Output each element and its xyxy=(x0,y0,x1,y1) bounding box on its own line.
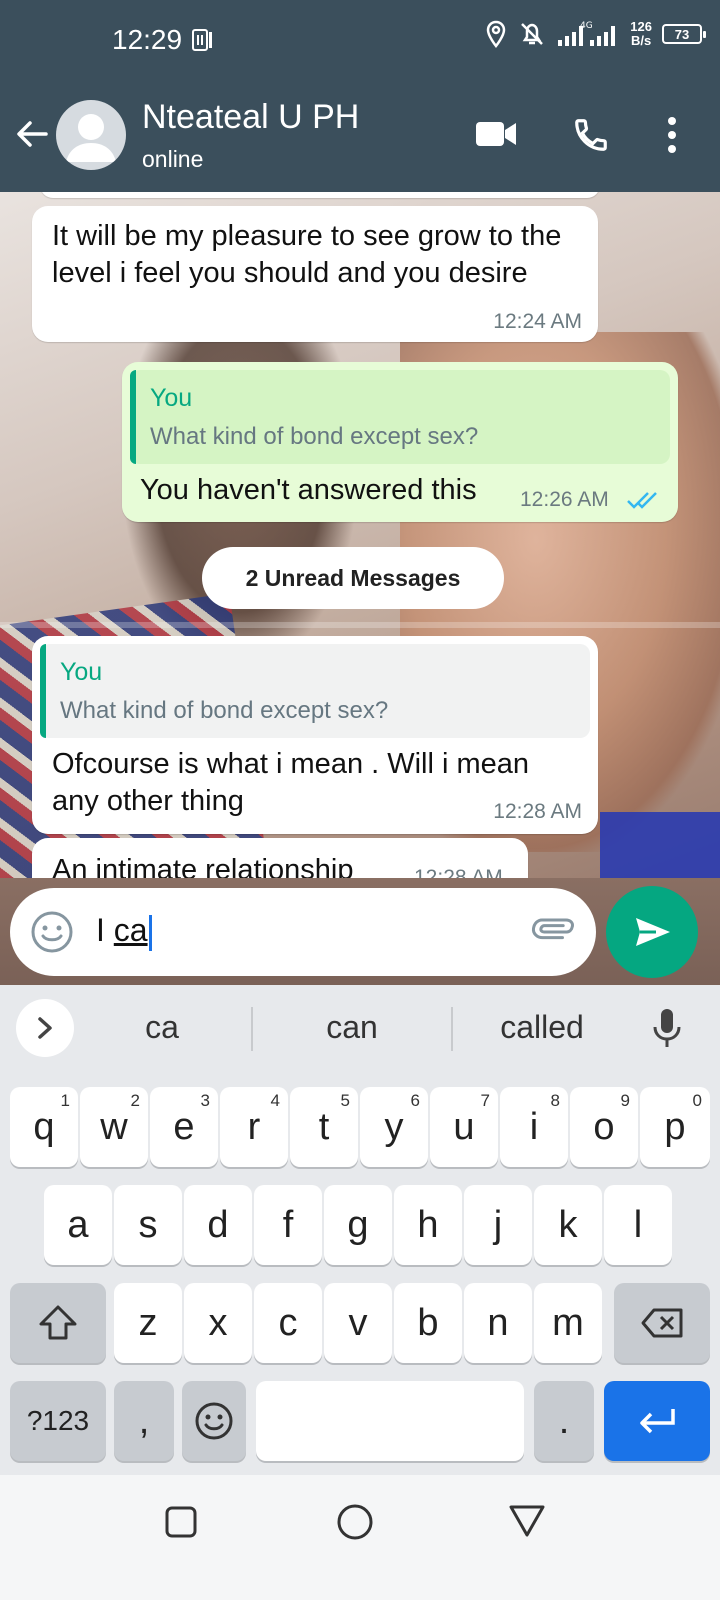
message-time: 12:24 AM xyxy=(493,310,582,333)
quote-text: What kind of bond except sex? xyxy=(60,697,389,724)
emoji-icon[interactable] xyxy=(30,910,74,954)
emoji-smile-icon xyxy=(195,1402,233,1440)
video-call-icon[interactable] xyxy=(474,118,518,150)
key-r[interactable]: r4 xyxy=(220,1087,288,1167)
message-input-text: I ca xyxy=(96,912,152,951)
message-bubble-outgoing[interactable]: You What kind of bond except sex? You ha… xyxy=(122,362,678,522)
input-text-committed: I xyxy=(96,912,114,948)
network-speed: 126 B/s xyxy=(630,19,652,48)
location-icon xyxy=(487,20,506,48)
key-i[interactable]: i8 xyxy=(500,1087,568,1167)
key-v[interactable]: v xyxy=(324,1283,392,1363)
recents-icon[interactable] xyxy=(164,1505,198,1539)
key-w[interactable]: w2 xyxy=(80,1087,148,1167)
backspace-key[interactable] xyxy=(614,1283,710,1363)
message-bubble-incoming[interactable]: It will be my pleasure to see grow to th… xyxy=(32,206,598,342)
backspace-icon xyxy=(641,1308,683,1338)
key-n[interactable]: n xyxy=(464,1283,532,1363)
key-h[interactable]: h xyxy=(394,1185,462,1265)
message-bubble-partial xyxy=(40,192,600,198)
contact-status: online xyxy=(142,146,204,172)
key-a[interactable]: a xyxy=(44,1185,112,1265)
period-key[interactable]: . xyxy=(534,1381,594,1461)
comma-key[interactable]: , xyxy=(114,1381,174,1461)
more-options-icon[interactable] xyxy=(666,116,678,154)
home-icon[interactable] xyxy=(336,1503,374,1541)
key-m[interactable]: m xyxy=(534,1283,602,1363)
message-time: 12:26 AM xyxy=(520,488,609,511)
enter-key[interactable] xyxy=(604,1381,710,1461)
key-e[interactable]: e3 xyxy=(150,1087,218,1167)
key-b[interactable]: b xyxy=(394,1283,462,1363)
key-c[interactable]: c xyxy=(254,1283,322,1363)
app-header: 12:29 4G 126 B/s 73 Nteateal U PH online xyxy=(0,0,720,192)
emoji-key[interactable] xyxy=(182,1381,246,1461)
voice-call-icon[interactable] xyxy=(572,116,610,154)
expand-toolbar-button[interactable] xyxy=(16,999,74,1057)
key-z[interactable]: z xyxy=(114,1283,182,1363)
key-g[interactable]: g xyxy=(324,1185,392,1265)
suggestion-3[interactable]: called xyxy=(452,1009,632,1046)
svg-text:4G: 4G xyxy=(580,21,593,31)
message-text: You haven't answered this xyxy=(140,474,477,506)
attachment-icon[interactable] xyxy=(530,908,578,956)
key-o[interactable]: o9 xyxy=(570,1087,638,1167)
symbols-key[interactable]: ?123 xyxy=(10,1381,106,1461)
key-f[interactable]: f xyxy=(254,1185,322,1265)
shift-arrow-icon xyxy=(39,1305,77,1340)
key-j[interactable]: j xyxy=(464,1185,532,1265)
shift-key[interactable] xyxy=(10,1283,106,1363)
unread-messages-label: 2 Unread Messages xyxy=(202,547,504,609)
key-s[interactable]: s xyxy=(114,1185,182,1265)
quoted-message[interactable]: You What kind of bond except sex? xyxy=(40,644,590,738)
suggestion-divider xyxy=(251,1007,253,1051)
input-text-composing: ca xyxy=(113,912,148,948)
signal-icon: 4G xyxy=(558,21,616,46)
message-text: It will be my pleasure to see grow to th… xyxy=(52,220,562,289)
back-triangle-icon[interactable] xyxy=(508,1503,546,1539)
send-icon xyxy=(636,918,670,946)
enter-arrow-icon xyxy=(640,1409,675,1434)
key-p[interactable]: p0 xyxy=(640,1087,710,1167)
message-bubble-incoming[interactable]: You What kind of bond except sex? Ofcour… xyxy=(32,636,598,834)
key-y[interactable]: y6 xyxy=(360,1087,428,1167)
chevron-right-icon xyxy=(38,1017,52,1039)
mute-bell-icon xyxy=(521,23,544,45)
key-d[interactable]: d xyxy=(184,1185,252,1265)
back-arrow-icon[interactable] xyxy=(14,116,50,152)
quote-author: You xyxy=(150,384,193,412)
contact-name[interactable]: Nteateal U PH xyxy=(142,98,359,137)
suggestion-1[interactable]: ca xyxy=(72,1009,252,1046)
key-t[interactable]: t5 xyxy=(290,1087,358,1167)
key-q[interactable]: q1 xyxy=(10,1087,78,1167)
status-time: 12:29 xyxy=(112,24,183,55)
status-icons: 4G 126 B/s 73 xyxy=(484,19,706,48)
system-navigation-bar xyxy=(0,1475,720,1600)
send-button[interactable] xyxy=(606,886,698,978)
key-l[interactable]: l xyxy=(604,1185,672,1265)
microphone-icon[interactable] xyxy=(650,1007,684,1051)
message-time: 12:28 AM xyxy=(493,800,582,823)
quoted-message[interactable]: You What kind of bond except sex? xyxy=(130,370,670,464)
unread-divider-band xyxy=(0,622,720,628)
default-avatar-icon xyxy=(66,114,116,162)
suggestion-2[interactable]: can xyxy=(262,1009,442,1046)
quote-text: What kind of bond except sex? xyxy=(150,423,479,450)
chat-area[interactable]: It will be my pleasure to see grow to th… xyxy=(0,192,720,997)
key-u[interactable]: u7 xyxy=(430,1087,498,1167)
quote-author: You xyxy=(60,658,103,686)
space-key[interactable] xyxy=(256,1381,524,1461)
contact-avatar[interactable] xyxy=(56,100,126,170)
soft-keyboard: ca can called q1 w2 e3 r4 t5 y6 u7 i8 o9… xyxy=(0,985,720,1475)
key-x[interactable]: x xyxy=(184,1283,252,1363)
read-receipt-icon xyxy=(627,492,657,509)
text-cursor xyxy=(148,914,152,951)
sim-icon xyxy=(192,29,212,51)
battery-indicator: 73 xyxy=(662,24,706,44)
key-k[interactable]: k xyxy=(534,1185,602,1265)
